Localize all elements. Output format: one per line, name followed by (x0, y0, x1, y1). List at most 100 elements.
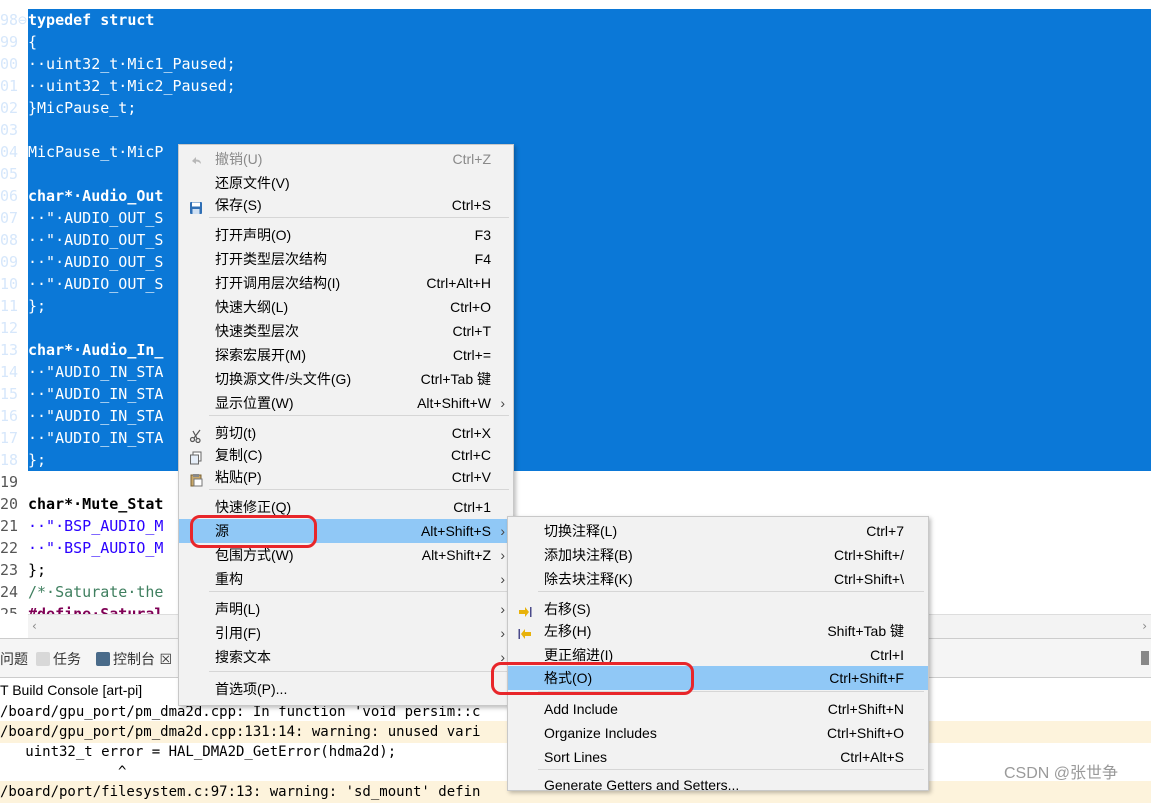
menu-item[interactable]: 打开调用层次结构(I) Ctrl+Alt+H (179, 271, 513, 295)
menu-item[interactable]: 显示位置(W) Alt+Shift+W › (179, 391, 513, 415)
line-number: 20 (0, 495, 19, 513)
code-text: char*·Audio_In_ (28, 341, 164, 359)
submenu-item-label: Add Include (544, 701, 618, 717)
line-number: 01 (0, 77, 19, 95)
submenu-item[interactable]: 除去块注释(K) Ctrl+Shift+\ (508, 567, 928, 591)
line-number: 24 (0, 583, 19, 601)
line-number: 99 (0, 33, 19, 51)
menu-item[interactable]: 剪切(t) Ctrl+X (179, 421, 513, 445)
submenu-chevron-icon: › (500, 547, 505, 563)
menu-item[interactable]: 探索宏展开(M) Ctrl+= (179, 343, 513, 367)
menu-item[interactable]: 搜索文本 › (179, 645, 513, 669)
menu-item[interactable]: 快速大纲(L) Ctrl+O (179, 295, 513, 319)
menu-item-label: 剪切(t) (215, 425, 257, 441)
submenu-separator (538, 691, 924, 692)
code-line: 05 (0, 163, 28, 185)
submenu-item-label: Generate Getters and Setters... (544, 777, 740, 793)
menu-item[interactable]: 声明(L) › (179, 597, 513, 621)
submenu-item-label: Organize Includes (544, 725, 657, 741)
menu-item[interactable]: 还原文件(V) (179, 171, 513, 195)
submenu-item[interactable]: 格式(O) Ctrl+Shift+F (508, 666, 928, 690)
menu-item[interactable]: 快速类型层次 Ctrl+T (179, 319, 513, 343)
scroll-left-icon[interactable]: ‹ (32, 619, 37, 633)
submenu-item[interactable]: Sort Lines Ctrl+Alt+S (508, 745, 928, 769)
submenu-item[interactable]: Add Include Ctrl+Shift+N (508, 697, 928, 721)
submenu-item[interactable]: 切换注释(L) Ctrl+7 (508, 519, 928, 543)
menu-item[interactable]: 快速修正(Q) Ctrl+1 (179, 495, 513, 519)
submenu-item-label: 更正缩进(I) (544, 647, 614, 663)
menu-item-label: 撤销(U) (215, 151, 263, 167)
tab-problems-label: 问题 (0, 652, 28, 668)
code-line: 11}; (0, 295, 46, 317)
line-number: 07 (0, 209, 19, 227)
menu-item-shortcut: Ctrl+V (451, 469, 491, 485)
code-text: }; (28, 561, 47, 579)
submenu-chevron-icon: › (500, 571, 505, 587)
menu-item[interactable]: 打开类型层次结构 F4 (179, 247, 513, 271)
line-number: 23 (0, 561, 19, 579)
menu-item[interactable]: 打开声明(O) F3 (179, 223, 513, 247)
submenu-item-label: 左移(H) (544, 623, 592, 639)
menu-item[interactable]: 粘贴(P) Ctrl+V (179, 465, 513, 489)
line-number: 14 (0, 363, 19, 381)
menu-item-shortcut: Ctrl+1 (453, 499, 491, 515)
menu-item-label: 搜索文本 (215, 649, 271, 665)
menu-item-shortcut: Ctrl+Z (452, 151, 492, 167)
submenu-item[interactable]: 右移(S) (508, 597, 928, 621)
code-text: ··"·AUDIO_OUT_S (28, 209, 164, 227)
submenu-item-label: 添加块注释(B) (544, 547, 633, 563)
line-number: 17 (0, 429, 19, 447)
code-line: 10 ··"·AUDIO_OUT_S (0, 273, 163, 295)
code-text: }; (28, 451, 47, 469)
code-line: 17 ··"AUDIO_IN_STA (0, 427, 163, 449)
scroll-right-icon[interactable]: › (1142, 619, 1147, 633)
submenu-item-label: 除去块注释(K) (544, 571, 633, 587)
menu-item[interactable]: 引用(F) › (179, 621, 513, 645)
line-number: 21 (0, 517, 19, 535)
code-line: 13 char*·Audio_In_ (0, 339, 163, 361)
code-text: ··"AUDIO_IN_STA (28, 429, 164, 447)
source-submenu: 切换注释(L) Ctrl+7 添加块注释(B) Ctrl+Shift+/ 除去块注释(K… (507, 516, 929, 793)
tab-problems[interactable]: 问题 (0, 649, 28, 671)
tab-console[interactable]: 控制台 ☒ (96, 649, 172, 671)
save-icon (189, 198, 203, 214)
code-text: ··"AUDIO_IN_STA (28, 385, 164, 403)
console-icon (96, 652, 110, 666)
menu-item[interactable]: 源 Alt+Shift+S › (179, 519, 513, 543)
code-line: 14 ··"AUDIO_IN_STA (0, 361, 163, 383)
menu-item[interactable]: 包围方式(W) Alt+Shift+Z › (179, 543, 513, 567)
tab-tasks[interactable]: 任务 (36, 649, 81, 671)
menu-item[interactable]: 首选项(P)... (179, 677, 513, 701)
menu-item[interactable]: 切换源文件/头文件(G) Ctrl+Tab 键 (179, 367, 513, 391)
submenu-chevron-icon: › (500, 523, 505, 539)
menu-item-label: 声明(L) (215, 601, 261, 617)
code-text: }MicPause_t; (28, 99, 137, 117)
code-text: MicPause_t·MicP (28, 143, 164, 161)
submenu-item[interactable]: 左移(H) Shift+Tab 键 (508, 619, 928, 643)
code-line: 99 { (0, 31, 37, 53)
line-number: 04 (0, 143, 19, 161)
menu-item-label: 还原文件(V) (215, 175, 290, 191)
code-line: 07 ··"·AUDIO_OUT_S (0, 207, 163, 229)
menu-item-shortcut: Alt+Shift+S (420, 523, 491, 539)
line-number: 11 (0, 297, 19, 315)
menu-item-label: 粘贴(P) (215, 469, 262, 485)
menu-item-shortcut: Ctrl+Tab 键 (420, 371, 491, 387)
menu-item[interactable]: 重构 › (179, 567, 513, 591)
menu-separator (209, 489, 509, 490)
submenu-item[interactable]: 更正缩进(I) Ctrl+I (508, 643, 928, 667)
submenu-item[interactable]: 添加块注释(B) Ctrl+Shift+/ (508, 543, 928, 567)
menu-item-shortcut: Alt+Shift+Z (421, 547, 491, 563)
code-text: ··uint32_t·Mic1_Paused; (28, 55, 236, 73)
menu-item[interactable]: 撤销(U) Ctrl+Z (179, 147, 513, 171)
menu-item[interactable]: 复制(C) Ctrl+C (179, 443, 513, 467)
submenu-item[interactable]: Organize Includes Ctrl+Shift+O (508, 721, 928, 745)
line-number: 12 (0, 319, 19, 337)
menu-item-label: 快速修正(Q) (215, 499, 292, 515)
submenu-item[interactable]: Generate Getters and Setters... (508, 773, 928, 797)
console-title: T Build Console [art-pi] (0, 682, 143, 698)
menu-item[interactable]: 保存(S) Ctrl+S (179, 193, 513, 217)
view-menu-icon[interactable] (1141, 651, 1149, 665)
line-number: 10 (0, 275, 19, 293)
code-line: 24 /*·Saturate·the (0, 581, 163, 603)
